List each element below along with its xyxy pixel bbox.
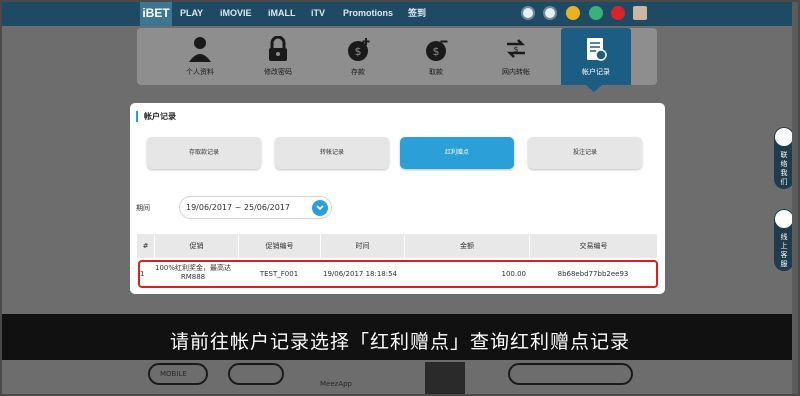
nav-link-imall[interactable]: iMALL [268,0,296,26]
svg-text:$: $ [513,45,518,54]
menu-label: 存款 [351,68,365,76]
alert-icon[interactable] [611,6,625,20]
period-label: 期间 [136,204,150,212]
menu-label: 修改密码 [264,68,292,76]
contact-us-label: 联络我们 [780,151,788,186]
live-chat-widget[interactable]: 线上客服 [774,209,794,271]
tab-bonus-points[interactable]: 红利赠点 [400,137,514,169]
background-pill [228,363,284,385]
qr-code-image [425,362,465,396]
tab-deposit-withdraw-records[interactable]: 存取款记录 [147,137,261,169]
chat-icon [775,210,793,228]
mobile-pill-label: MOBILE [160,370,187,378]
svg-text:$: $ [433,45,440,58]
menu-item-password[interactable]: 修改密码 [243,28,313,85]
menu-label: 网内转帐 [502,68,530,76]
deposit-icon: $ [348,38,370,61]
wallet-icon[interactable] [589,6,603,20]
account-menu: 个人资料 修改密码 $ 存款 $ 取款 $ 网内转帐 帐户记录 [137,28,657,85]
col-header-time: 时间 [320,234,404,258]
nav-link-promotions[interactable]: Promotions [343,0,393,26]
highlight-box [138,260,658,288]
col-header-promo-code: 促销编号 [238,234,320,258]
mail-icon[interactable] [543,6,557,20]
mobile-pill: MOBILE [148,363,208,385]
active-indicator-arrow [586,85,602,92]
live-chat-label: 线上客服 [780,233,788,268]
menu-label: 帐户记录 [582,68,610,76]
card-title: 帐户记录 [136,111,176,122]
avatar[interactable] [633,6,647,20]
menu-item-transfer[interactable]: $ 网内转帐 [481,28,551,85]
user-icon [189,37,211,62]
account-icon[interactable] [521,6,535,20]
transfer-icon: $ [506,39,526,58]
nav-link-checkin[interactable]: 签到 [408,0,426,26]
menu-label: 取款 [429,68,443,76]
menu-item-profile[interactable]: 个人资料 [165,28,235,85]
lock-icon [269,36,287,61]
background-text: MeezApp [320,380,353,388]
headset-icon [775,128,793,146]
col-header-transaction-id: 交易编号 [529,234,657,258]
contact-us-widget[interactable]: 联络我们 [774,127,794,189]
menu-item-records[interactable]: 帐户记录 [561,28,631,85]
date-range-picker[interactable]: 19/06/2017 ~ 25/06/2017 [179,196,332,219]
col-header-amount: 金额 [404,234,529,258]
nav-link-itv[interactable]: iTV [311,0,325,26]
menu-label: 个人资料 [186,68,214,76]
background-pill-right [508,363,633,385]
tab-transfer-records[interactable]: 转帐记录 [275,137,389,169]
records-icon [587,38,607,61]
col-header-index: # [142,242,149,250]
tab-bet-records[interactable]: 投注记录 [528,137,642,169]
col-header-promo: 促销 [154,234,238,258]
menu-item-deposit[interactable]: $ 存款 [323,28,393,85]
scrollbar[interactable] [792,0,800,396]
nav-link-play[interactable]: PLAY [180,0,203,26]
menu-item-withdraw[interactable]: $ 取款 [401,28,471,85]
coin-icon[interactable] [566,6,580,20]
table-header: # 促销 促销编号 时间 金额 交易编号 [137,234,657,258]
svg-text:$: $ [355,45,362,58]
chevron-down-icon[interactable] [312,200,328,216]
top-nav: iBET PLAY iMOVIE iMALL iTV Promotions 签到 [0,0,800,26]
nav-link-imovie[interactable]: iMOVIE [220,0,252,26]
caption-text: 请前往帐户记录选择「红利赠点」查询红利赠点记录 [169,331,630,353]
withdraw-icon: $ [426,40,448,61]
date-range-value: 19/06/2017 ~ 25/06/2017 [186,203,291,212]
site-logo[interactable]: iBET [140,0,172,26]
